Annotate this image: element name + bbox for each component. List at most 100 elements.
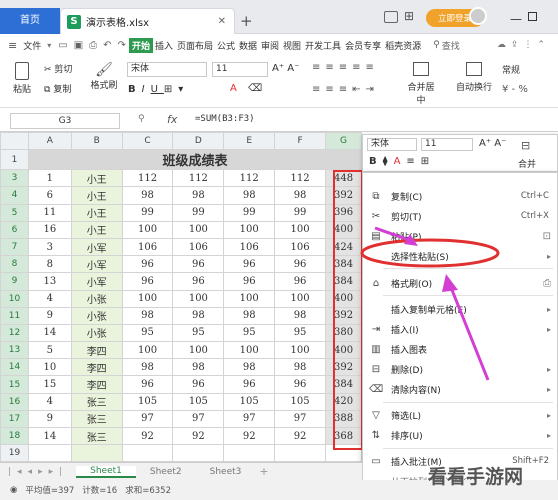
table-cell[interactable]: 97 — [274, 409, 326, 429]
row-header[interactable]: 5 — [0, 203, 29, 222]
minimize-icon[interactable]: — — [510, 12, 522, 26]
table-cell[interactable]: 98 — [121, 358, 174, 377]
row-header[interactable]: 1 — [0, 149, 29, 171]
menu-item-delete[interactable]: ⊟ 删除(D) ▸ — [363, 359, 558, 379]
avatar[interactable] — [469, 7, 487, 25]
table-cell[interactable]: 100 — [121, 220, 174, 239]
table-cell[interactable]: 96 — [274, 255, 326, 274]
table-cell[interactable]: 100 — [223, 220, 276, 239]
mini-font-grow-icon[interactable]: A⁺ A⁻ — [479, 138, 506, 149]
table-cell[interactable]: 100 — [121, 289, 174, 308]
menu-review[interactable]: 审阅 — [259, 39, 281, 52]
table-cell[interactable]: 14 — [27, 323, 72, 343]
mini-merge-label[interactable]: 合并 — [518, 157, 536, 170]
table-cell[interactable]: 96 — [172, 375, 225, 394]
row-header[interactable]: 3 — [0, 169, 29, 188]
table-cell[interactable]: 96 — [121, 375, 174, 394]
table-cell[interactable]: 16 — [27, 220, 72, 239]
add-tab-icon[interactable]: + — [240, 12, 253, 30]
row-header[interactable]: 17 — [0, 409, 29, 429]
table-cell[interactable] — [27, 444, 72, 462]
paste-button[interactable]: 粘贴 — [10, 62, 34, 95]
name-cell[interactable]: 张三 — [70, 426, 123, 446]
eraser-icon[interactable]: ⌫ — [248, 83, 262, 94]
menu-data[interactable]: 数据 — [237, 39, 259, 52]
table-cell[interactable]: 98 — [172, 186, 225, 205]
undo-icon[interactable]: ↶ — [103, 40, 111, 51]
align-icons[interactable]: ≡≡≡⇤⇥ — [312, 84, 379, 95]
table-cell[interactable]: 106 — [172, 237, 225, 257]
cut-button[interactable]: ✂ 剪切 — [44, 62, 80, 75]
menu-insert[interactable]: 插入 — [153, 39, 175, 52]
search-label[interactable]: 查找 — [440, 39, 462, 52]
table-cell[interactable]: 98 — [223, 358, 276, 377]
table-cell[interactable]: 13 — [27, 272, 72, 291]
table-cell[interactable]: 98 — [121, 306, 174, 325]
add-sheet-icon[interactable]: + — [259, 465, 268, 478]
table-cell[interactable]: 112 — [223, 169, 276, 188]
table-cell[interactable]: 96 — [121, 255, 174, 274]
table-cell[interactable]: 10 — [27, 358, 72, 377]
table-cell[interactable]: 96 — [223, 272, 276, 291]
redo-icon[interactable]: ↷ — [118, 40, 126, 51]
menu-member[interactable]: 会员专享 — [343, 39, 383, 52]
name-box[interactable]: G3 — [10, 113, 120, 129]
table-cell[interactable] — [121, 444, 174, 462]
row-header[interactable]: 12 — [0, 323, 29, 343]
menu-developer[interactable]: 开发工具 — [303, 39, 343, 52]
number-format-select[interactable]: 常规 — [502, 63, 520, 76]
grid-icon[interactable]: ⊞ — [404, 9, 414, 23]
search-icon[interactable]: ⚲ — [433, 40, 440, 50]
table-cell[interactable]: 100 — [172, 289, 225, 308]
table-cell[interactable]: 4 — [27, 392, 72, 411]
maximize-icon[interactable] — [528, 12, 537, 21]
table-cell[interactable]: 9 — [27, 306, 72, 325]
table-cell[interactable]: 112 — [121, 169, 174, 188]
name-cell[interactable]: 李四 — [70, 341, 123, 360]
open-folder-icon[interactable]: ▭ — [58, 40, 67, 51]
name-cell[interactable]: 小张 — [70, 289, 123, 308]
menu-item-insert-copied[interactable]: 插入复制单元格(E) ▸ — [363, 299, 558, 319]
fx-icon[interactable]: fx — [167, 113, 177, 126]
column-header[interactable]: B — [70, 132, 123, 151]
row-header[interactable]: 19 — [0, 444, 29, 462]
row-header[interactable]: 11 — [0, 306, 29, 325]
print-icon[interactable]: ⎙ — [89, 40, 97, 51]
menu-formulas[interactable]: 公式 — [215, 39, 237, 52]
sheet-tab-3[interactable]: Sheet3 — [196, 467, 256, 477]
tab-file[interactable]: S 演示表格.xlsx ✕ — [60, 8, 235, 34]
name-cell[interactable]: 小军 — [70, 255, 123, 274]
table-cell[interactable]: 6 — [27, 186, 72, 205]
row-header[interactable]: 7 — [0, 237, 29, 257]
column-header[interactable]: G — [324, 132, 362, 151]
table-cell[interactable]: 99 — [121, 203, 174, 222]
name-cell[interactable] — [70, 444, 123, 462]
name-cell[interactable]: 李四 — [70, 358, 123, 377]
table-cell[interactable]: 99 — [172, 203, 225, 222]
copy-button[interactable]: ⧉ 复制 — [44, 82, 80, 95]
table-cell[interactable]: 14 — [27, 426, 72, 446]
table-cell[interactable]: 96 — [172, 255, 225, 274]
formula-input[interactable]: =SUM(B3:F3) — [195, 114, 255, 124]
name-cell[interactable]: 小张 — [70, 323, 123, 343]
table-cell[interactable]: 105 — [121, 392, 174, 411]
menu-item-sort[interactable]: ⇅ 排序(U) ▸ — [363, 425, 558, 445]
table-cell[interactable]: 100 — [121, 341, 174, 360]
wrap-text-button[interactable]: 自动换行 — [454, 62, 494, 93]
name-cell[interactable]: 张三 — [70, 392, 123, 411]
name-cell[interactable]: 小王 — [70, 220, 123, 239]
font-color-icon[interactable]: A — [230, 83, 237, 94]
font-style-buttons[interactable]: BIU⊞▾ — [128, 84, 189, 95]
row-header[interactable]: 8 — [0, 255, 29, 274]
table-cell[interactable]: 105 — [172, 392, 225, 411]
name-cell[interactable]: 小王 — [70, 203, 123, 222]
table-cell[interactable]: 98 — [274, 306, 326, 325]
table-cell[interactable]: 92 — [172, 426, 225, 446]
table-cell[interactable]: 100 — [172, 220, 225, 239]
table-cell[interactable]: 99 — [274, 203, 326, 222]
select-all-corner[interactable] — [0, 132, 29, 151]
table-cell[interactable]: 92 — [121, 426, 174, 446]
table-cell[interactable]: 98 — [121, 186, 174, 205]
table-cell[interactable]: 92 — [274, 426, 326, 446]
column-header[interactable]: F — [274, 132, 326, 151]
